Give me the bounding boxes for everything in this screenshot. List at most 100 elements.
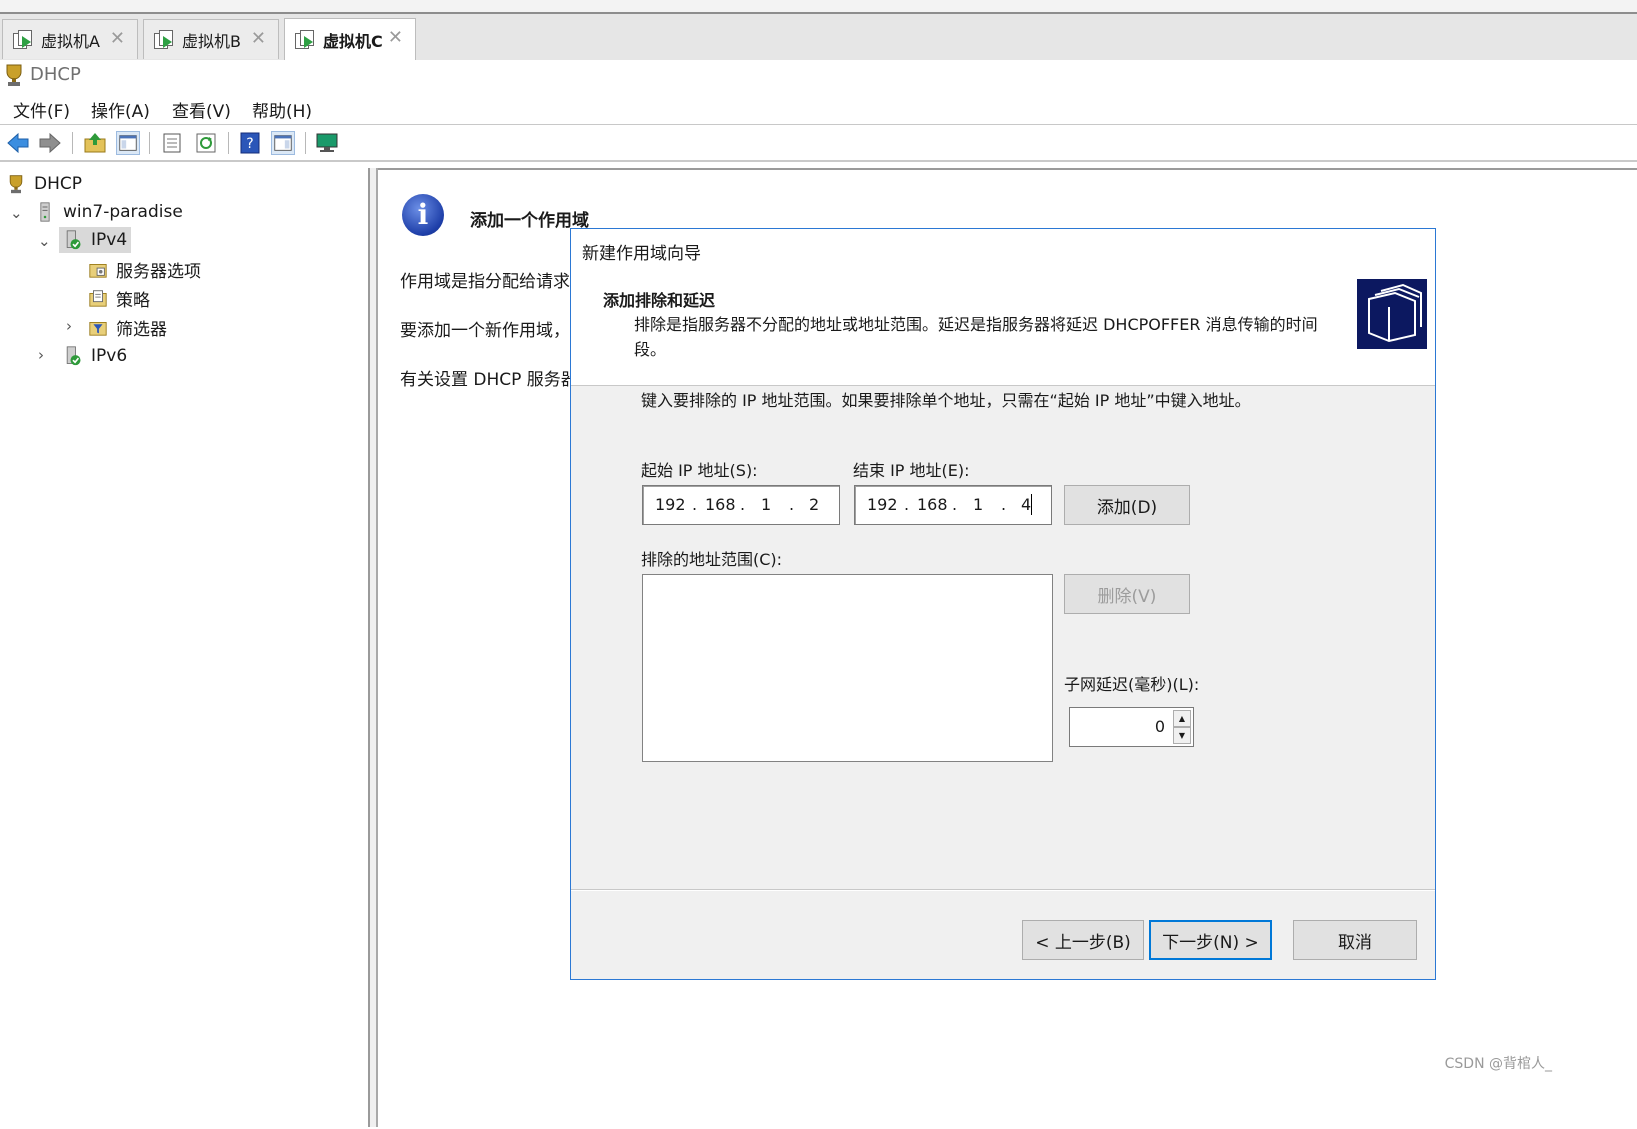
tab-label: 虚拟机C [323,31,383,51]
page-description: 排除是指服务器不分配的地址或地址范围。延迟是指服务器将延迟 DHCPOFFER … [634,315,1318,359]
tree-item-dhcp[interactable]: DHCP [6,171,82,197]
tree-pane: DHCP ⌄ win7-paradise ⌄ IPv4 服务器选项 策略 › 筛… [0,168,370,1127]
tab-vm-c[interactable]: 虚拟机C ✕ [284,18,416,60]
tab-vm-b[interactable]: 虚拟机B ✕ [143,19,279,59]
page-title: 添加排除和延迟 [603,291,716,310]
ip-octet: 168 [705,495,736,514]
vm-icon [154,29,174,50]
tree-item-server-options[interactable]: 服务器选项 [88,256,201,282]
server-icon [40,202,50,222]
ip-octet: 4 [1021,495,1032,514]
ip-octet: 1 [761,495,772,514]
menu-bar: 文件(F) 操作(A) 查看(V) 帮助(H) [0,92,1637,125]
instruction-text: 键入要排除的 IP 地址范围。如果要排除单个地址，只需在“起始 IP 地址”中键… [641,391,1251,410]
tab-bar: 虚拟机A ✕ 虚拟机B ✕ 虚拟机C ✕ [0,14,1637,61]
ip-octet: 168 [917,495,948,514]
ipv4-icon [66,230,81,250]
toolbar-separator [228,132,229,154]
subnet-delay-spinner[interactable]: 0 ▲ ▼ [1069,707,1194,747]
end-ip-label: 结束 IP 地址(E): [853,461,970,480]
svg-text:?: ? [246,136,253,152]
tree-label: 策略 [116,290,150,311]
tree-label: 服务器选项 [116,261,201,282]
start-ip-label: 起始 IP 地址(S): [641,461,758,480]
back-button[interactable]: < 上一步(B) [1022,920,1144,960]
ip-octet: 192 [867,495,898,514]
toolbar-separator [149,132,150,154]
vm-icon [295,29,315,50]
close-icon[interactable]: ✕ [110,29,125,49]
toolbar: ? [0,126,1637,162]
ipv6-icon [66,346,81,366]
monitor-icon[interactable] [315,131,339,155]
content-paragraph: 作用域是指分配给请求 [400,272,570,292]
tree-item-filters[interactable]: 筛选器 [88,314,167,340]
policies-icon [89,290,107,307]
close-icon[interactable]: ✕ [388,28,403,48]
chevron-right-icon[interactable]: › [66,317,72,335]
tab-label: 虚拟机A [41,31,100,51]
menu-action[interactable]: 操作(A) [91,97,150,122]
text-caret [1031,494,1032,515]
content-paragraph: 有关设置 DHCP 服务器 [400,370,578,390]
tree-label: IPv6 [91,346,128,366]
back-arrow-icon[interactable] [6,131,30,155]
refresh-icon[interactable] [194,131,218,155]
close-icon[interactable]: ✕ [251,29,266,49]
dhcp-icon [9,175,23,194]
tree-label: IPv4 [91,230,128,250]
content-paragraph: 要添加一个新作用域， [400,321,570,341]
tree-label: win7-paradise [63,202,183,222]
ip-octet: 2 [809,495,820,514]
server-options-icon [89,264,107,278]
up-folder-icon[interactable] [83,131,107,155]
show-hide-tree-icon[interactable] [116,131,140,155]
wizard-folders-icon [1357,279,1427,349]
subnet-delay-label: 子网延迟(毫秒)(L): [1064,675,1200,694]
next-button[interactable]: 下一步(N) > [1149,920,1272,960]
cancel-button[interactable]: 取消 [1293,920,1417,960]
help-icon[interactable]: ? [238,131,262,155]
footer-divider-highlight [571,890,1435,891]
chevron-right-icon[interactable]: › [38,346,44,364]
pane-splitter[interactable] [370,168,378,1127]
add-exclusion-button[interactable]: 添加(D) [1064,485,1190,525]
chevron-down-icon[interactable]: ⌄ [10,204,23,222]
tree-item-policies[interactable]: 策略 [88,285,150,311]
toolbar-separator [72,132,73,154]
tree-item-server[interactable]: win7-paradise [35,199,183,225]
window-title: DHCP [30,64,81,85]
menu-file[interactable]: 文件(F) [13,97,70,122]
tab-label: 虚拟机B [182,31,241,51]
tree-item-ipv4[interactable]: IPv4 [59,227,132,253]
info-icon: i [402,194,444,236]
tree-label: DHCP [34,174,82,194]
remove-exclusion-button[interactable]: 删除(V) [1064,574,1190,614]
spin-down-button[interactable]: ▼ [1173,727,1191,744]
top-strip [0,0,1637,14]
subnet-delay-value: 0 [1154,717,1165,736]
spin-up-button[interactable]: ▲ [1173,710,1191,727]
end-ip-field[interactable]: 192 . 168 . 1 . 4 [854,485,1052,525]
menu-help[interactable]: 帮助(H) [252,97,312,122]
watermark: CSDN @背棺人_ [1444,1056,1552,1072]
excluded-range-label: 排除的地址范围(C): [641,550,783,569]
dhcp-app-icon [6,64,22,86]
new-scope-wizard-dialog: 新建作用域向导 添加排除和延迟 排除是指服务器不分配的地址或地址范围。延迟是指服… [570,228,1436,980]
menu-view[interactable]: 查看(V) [172,97,231,122]
ip-octet: 1 [973,495,984,514]
tree-item-ipv6[interactable]: IPv6 [63,343,127,369]
forward-arrow-icon[interactable] [38,131,62,155]
properties-icon[interactable] [160,131,184,155]
excluded-range-list[interactable] [642,574,1053,762]
ip-octet: 192 [655,495,686,514]
toolbar-separator [305,132,306,154]
tree-label: 筛选器 [116,319,167,340]
filters-icon [89,322,107,336]
action-pane-icon[interactable] [271,131,295,155]
start-ip-field[interactable]: 192 . 168 . 1 . 2 [642,485,840,525]
window-titlebar: DHCP [0,60,1637,90]
dialog-titlebar[interactable]: 新建作用域向导 [571,229,1435,271]
chevron-down-icon[interactable]: ⌄ [38,232,51,250]
tab-vm-a[interactable]: 虚拟机A ✕ [2,19,138,59]
